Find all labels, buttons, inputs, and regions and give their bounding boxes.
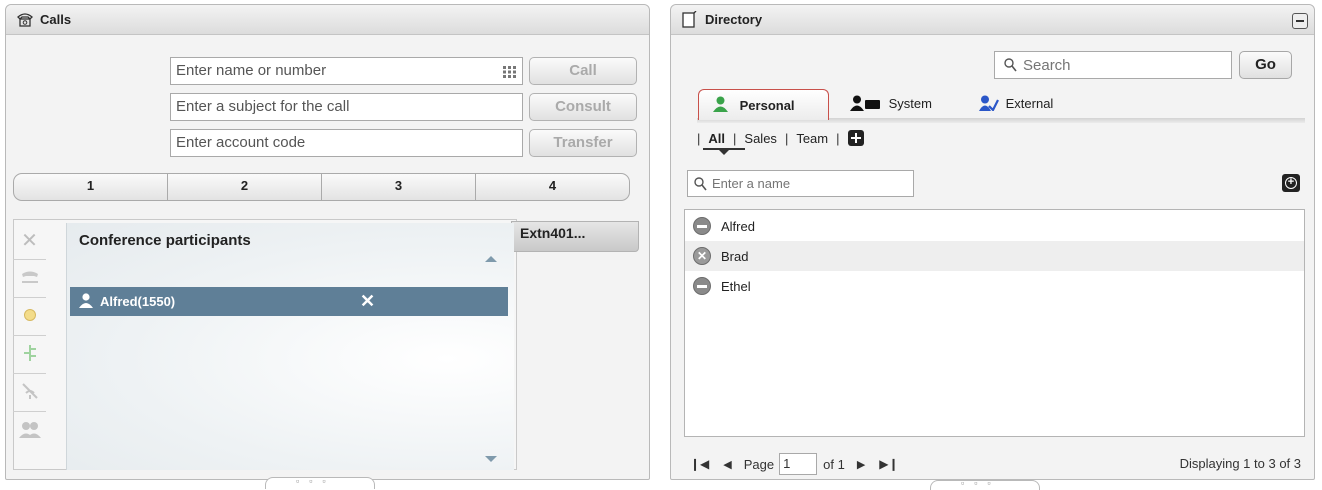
line-tab-2[interactable]: 2 xyxy=(168,174,322,200)
hangup-button[interactable] xyxy=(13,260,46,298)
page-number-value: 1 xyxy=(783,456,791,471)
telephone-icon xyxy=(16,11,34,29)
line-tab-3[interactable]: 3 xyxy=(322,174,476,200)
subtab-pointer-icon xyxy=(719,150,729,155)
minimize-icon xyxy=(1296,20,1304,22)
account-code-input[interactable] xyxy=(170,129,523,157)
line-tab-4[interactable]: 4 xyxy=(476,174,629,200)
hangup-icon xyxy=(20,270,40,287)
add-contact-button[interactable]: + xyxy=(1282,174,1300,192)
keypad-icon[interactable] xyxy=(503,65,516,82)
name-filter-input[interactable] xyxy=(687,170,914,197)
subtabs: | All | Sales | Team | xyxy=(697,127,864,149)
hold-icon xyxy=(23,308,37,325)
directory-book-icon xyxy=(681,10,699,29)
extension-tab-label: Extn401... xyxy=(520,225,586,241)
directory-panel-header: Directory xyxy=(671,5,1314,35)
account-code-input-text[interactable] xyxy=(176,134,517,151)
last-page-icon[interactable]: ▶❙ xyxy=(879,457,898,471)
calls-resize-grip[interactable]: ▫▫▫ xyxy=(265,476,375,489)
contact-list: Alfred ✕ Brad Ethel xyxy=(684,209,1305,437)
person-green-icon xyxy=(713,96,728,115)
subject-input[interactable] xyxy=(170,93,523,121)
search-icon xyxy=(1004,58,1017,75)
contact-name: Ethel xyxy=(721,278,751,294)
conference-icon xyxy=(18,421,41,442)
participant-row[interactable]: Alfred(1550) ✕ xyxy=(70,287,508,316)
consult-button[interactable]: Consult xyxy=(529,93,637,121)
page-label: Page xyxy=(743,456,775,472)
pager: ❙◀ ◀ Page 1 of 1 ▶ ▶❙ xyxy=(690,452,899,476)
subject-input-text[interactable] xyxy=(176,98,517,115)
prev-page-icon[interactable]: ◀ xyxy=(723,458,731,471)
extension-tab[interactable]: Extn401... xyxy=(511,221,639,252)
grip-dots: ▫▫▫ xyxy=(296,476,336,486)
add-group-icon[interactable] xyxy=(847,130,864,146)
name-number-input-text[interactable] xyxy=(176,62,496,79)
conference-title: Conference participants xyxy=(79,232,251,249)
contact-name: Brad xyxy=(721,248,749,264)
transfer-button[interactable]: Transfer xyxy=(529,129,637,157)
directory-panel-title: Directory xyxy=(705,12,763,27)
calls-panel-header: Calls xyxy=(6,5,649,35)
tab-personal-label: Personal xyxy=(739,98,795,113)
system-users-icon xyxy=(850,95,882,114)
external-users-icon xyxy=(979,95,999,114)
directory-resize-grip[interactable]: ▫▫▫ xyxy=(930,478,1040,490)
tab-personal[interactable]: Personal xyxy=(698,89,829,120)
call-button[interactable]: Call xyxy=(529,57,637,85)
participant-name: Alfred(1550) xyxy=(100,294,176,309)
tab-system-label: System xyxy=(888,96,932,111)
contact-row-brad[interactable]: ✕ Brad xyxy=(685,241,1304,271)
directory-search-input[interactable] xyxy=(994,51,1232,79)
name-number-input[interactable] xyxy=(170,57,523,85)
subtab-sales[interactable]: Sales xyxy=(744,131,777,146)
display-summary: Displaying 1 to 3 of 3 xyxy=(1179,456,1301,471)
hold-button[interactable] xyxy=(13,298,46,336)
calls-panel-title: Calls xyxy=(40,12,72,27)
close-call-button[interactable]: ✕ xyxy=(13,222,46,260)
directory-search-text[interactable] xyxy=(1021,56,1225,75)
next-page-icon[interactable]: ▶ xyxy=(857,458,865,471)
remove-participant-icon[interactable]: ✕ xyxy=(360,291,375,312)
mute-icon xyxy=(20,381,40,404)
of-pages-label: of 1 xyxy=(823,456,845,472)
do-not-disturb-icon xyxy=(693,217,711,235)
contact-row-alfred[interactable]: Alfred xyxy=(685,211,1304,241)
scroll-down-icon[interactable] xyxy=(485,456,497,462)
mute-button[interactable] xyxy=(13,374,46,412)
subtab-team[interactable]: Team xyxy=(796,131,828,146)
tab-external[interactable]: External xyxy=(979,95,1053,115)
page-number-input[interactable]: 1 xyxy=(779,453,818,475)
name-filter-text[interactable] xyxy=(710,175,907,192)
transfer-tree-button[interactable] xyxy=(13,336,46,374)
subtab-divider: | xyxy=(836,130,840,146)
transfer-tree-icon xyxy=(22,344,38,365)
subtab-all[interactable]: All xyxy=(708,131,725,146)
go-button[interactable]: Go xyxy=(1239,51,1292,79)
scroll-up-icon[interactable] xyxy=(485,256,497,262)
first-page-icon[interactable]: ❙◀ xyxy=(690,457,709,471)
filter-search-icon xyxy=(694,177,707,194)
person-icon xyxy=(79,293,93,311)
do-not-disturb-icon xyxy=(693,277,711,295)
subtab-divider: | xyxy=(784,130,789,146)
close-icon: ✕ xyxy=(21,230,38,252)
add-contact-icon: + xyxy=(1285,177,1297,189)
line-tab-1[interactable]: 1 xyxy=(14,174,168,200)
contact-row-ethel[interactable]: Ethel xyxy=(685,271,1304,301)
tab-system[interactable]: System xyxy=(850,95,932,115)
tab-external-label: External xyxy=(1005,96,1054,111)
subtab-divider: | xyxy=(733,130,737,146)
offline-icon: ✕ xyxy=(693,247,711,265)
line-tabs: 1 2 3 4 xyxy=(13,173,630,201)
contact-name: Alfred xyxy=(721,218,755,234)
conference-pane: Conference participants Alfred(1550) ✕ xyxy=(66,223,514,470)
go-button-label: Go xyxy=(1255,56,1276,73)
subtab-divider: | xyxy=(697,130,701,146)
minimize-button[interactable] xyxy=(1292,13,1308,29)
conference-button[interactable] xyxy=(13,412,46,450)
